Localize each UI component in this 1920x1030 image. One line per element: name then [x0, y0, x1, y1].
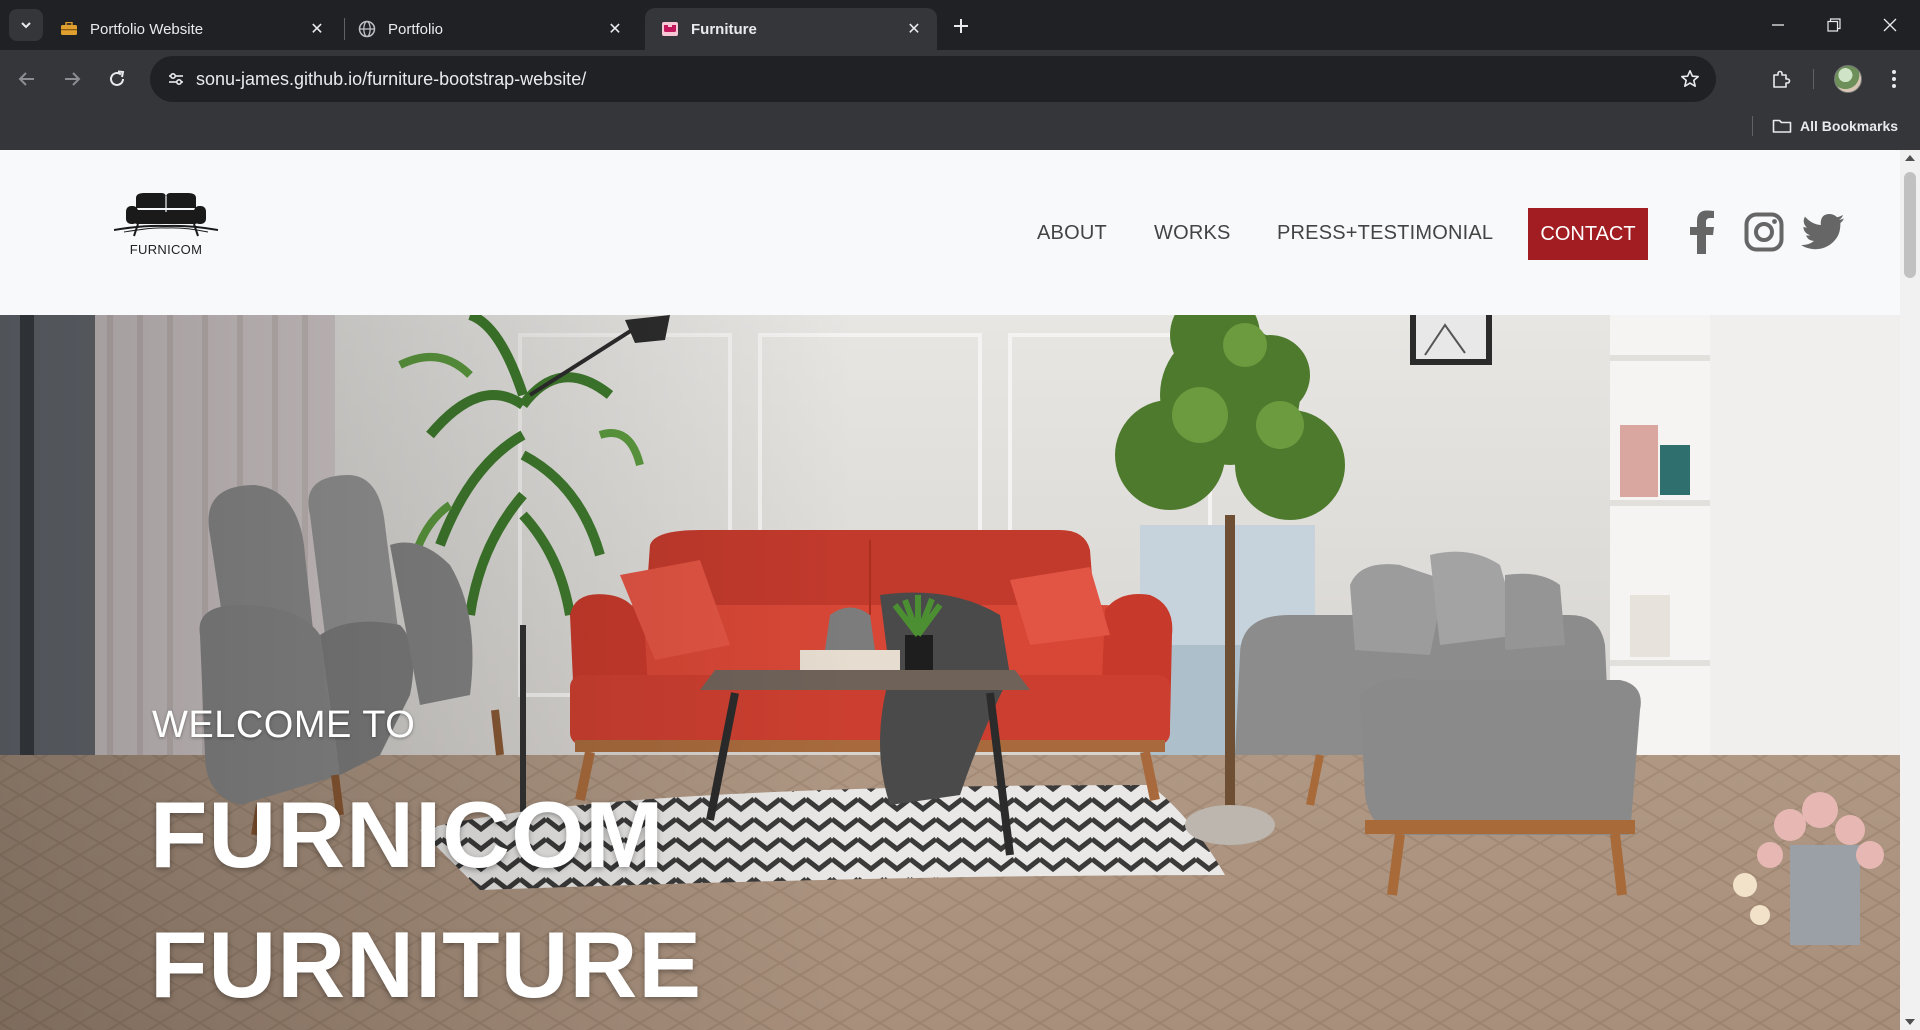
address-bar[interactable]: sonu-james.github.io/furniture-bootstrap…	[150, 56, 1716, 102]
profile-avatar[interactable]	[1834, 65, 1862, 93]
arrow-left-icon	[18, 72, 34, 86]
hero-subtitle: WELCOME TO	[152, 704, 416, 746]
tab-furniture[interactable]: Furniture ✕	[645, 8, 937, 50]
hero-title-line-1: FURNICOM	[150, 782, 665, 887]
hero-title-line-2: FURNITURE	[150, 912, 703, 1017]
scroll-up-arrow[interactable]	[1905, 155, 1915, 161]
site-header: FURNICOM ABOUT WORKS PRESS+TESTIMONIAL C…	[0, 150, 1900, 315]
hero-title: FURNICOM FURNITURE	[150, 770, 702, 1030]
twitter-icon[interactable]	[1797, 206, 1849, 258]
tab-portfolio[interactable]: Portfolio ✕	[342, 8, 638, 50]
url-text: sonu-james.github.io/furniture-bootstrap…	[196, 69, 587, 89]
extensions-button[interactable]	[1764, 62, 1798, 96]
close-icon[interactable]: ✕	[604, 18, 626, 40]
facebook-icon[interactable]	[1676, 206, 1728, 258]
close-icon[interactable]: ✕	[306, 18, 328, 40]
globe-icon	[358, 20, 376, 38]
reload-icon	[110, 70, 125, 86]
sofa-logo-icon	[114, 193, 218, 237]
scroll-down-arrow[interactable]	[1905, 1019, 1915, 1025]
bookmarks-bar: All Bookmarks	[0, 108, 1920, 150]
bookmarks-separator	[1752, 116, 1753, 136]
star-icon	[1681, 70, 1699, 87]
briefcase-icon	[60, 20, 78, 38]
close-icon	[1883, 18, 1897, 32]
restore-button[interactable]	[1806, 0, 1862, 50]
restore-icon	[1827, 18, 1841, 32]
browser-toolbar: sonu-james.github.io/furniture-bootstrap…	[0, 50, 1920, 108]
contact-button[interactable]: CONTACT	[1528, 208, 1648, 260]
nav-about[interactable]: ABOUT	[1037, 222, 1107, 245]
forward-button[interactable]	[55, 62, 89, 96]
folder-icon	[1772, 118, 1792, 134]
browser-menu-button[interactable]	[1877, 62, 1911, 96]
toolbar-separator	[1813, 69, 1814, 89]
reload-button[interactable]	[100, 62, 134, 96]
nav-works[interactable]: WORKS	[1154, 222, 1231, 245]
tune-icon	[169, 72, 183, 86]
nav-press-testimonial[interactable]: PRESS+TESTIMONIAL	[1277, 222, 1493, 245]
close-icon[interactable]: ✕	[903, 18, 925, 40]
page-viewport: FURNICOM ABOUT WORKS PRESS+TESTIMONIAL C…	[0, 150, 1900, 1030]
all-bookmarks-button[interactable]: All Bookmarks	[1772, 113, 1898, 139]
puzzle-icon	[1773, 70, 1791, 88]
page-scrollbar[interactable]	[1900, 150, 1920, 1030]
back-button[interactable]	[10, 62, 44, 96]
more-vert-icon	[1892, 70, 1896, 88]
hero-section: WELCOME TO FURNICOM FURNITURE	[0, 315, 1900, 1030]
browser-tab-strip: Portfolio Website ✕ Portfolio ✕ Furnitur…	[0, 0, 1920, 50]
site-info-button[interactable]	[160, 63, 192, 95]
new-tab-button[interactable]	[947, 12, 975, 40]
chevron-down-icon	[21, 22, 31, 29]
minimize-icon	[1772, 24, 1784, 26]
couch-favicon-icon	[661, 20, 679, 38]
instagram-icon[interactable]	[1738, 206, 1790, 258]
tab-portfolio-website[interactable]: Portfolio Website ✕	[44, 8, 340, 50]
all-bookmarks-label: All Bookmarks	[1800, 118, 1899, 134]
brand-name: FURNICOM	[129, 242, 203, 257]
plus-icon	[954, 19, 968, 33]
arrow-right-icon	[65, 72, 81, 86]
brand-logo[interactable]: FURNICOM	[114, 192, 218, 262]
tab-title: Portfolio	[388, 20, 444, 38]
bookmark-star-button[interactable]	[1678, 67, 1702, 91]
tab-title: Furniture	[691, 20, 757, 38]
minimize-button[interactable]	[1750, 0, 1806, 50]
tab-search-button[interactable]	[9, 9, 43, 41]
scrollbar-thumb[interactable]	[1904, 172, 1916, 278]
tab-title: Portfolio Website	[90, 20, 204, 38]
close-window-button[interactable]	[1862, 0, 1918, 50]
